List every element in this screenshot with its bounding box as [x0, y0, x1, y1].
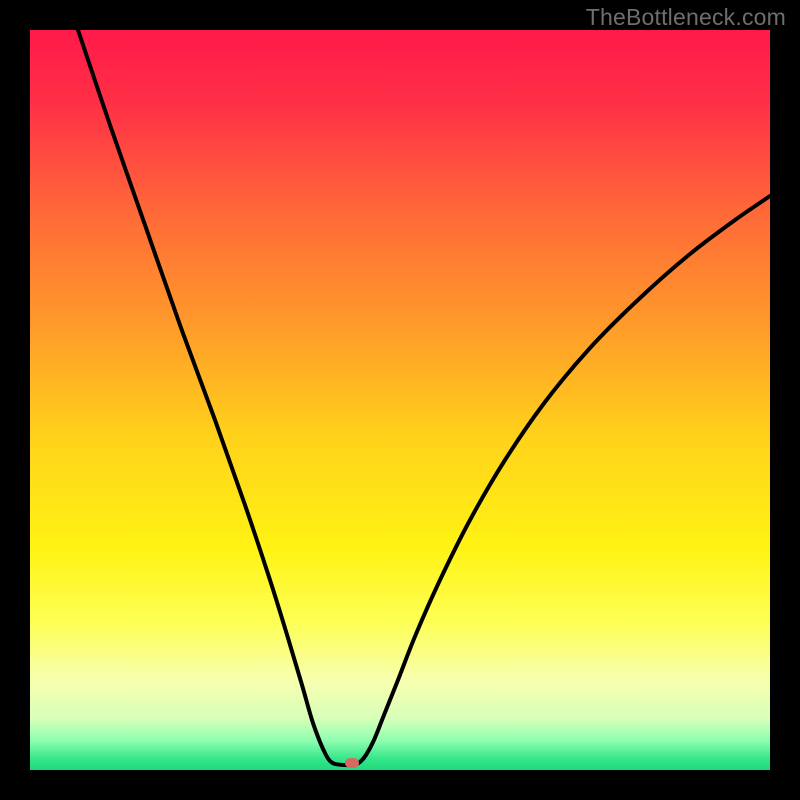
- watermark-text: TheBottleneck.com: [586, 4, 786, 31]
- outer-frame: TheBottleneck.com: [0, 0, 800, 800]
- bottleneck-curve: [78, 30, 770, 765]
- optimal-point-marker: [345, 758, 359, 768]
- plot-area: [30, 30, 770, 770]
- curve-plot: [30, 30, 770, 770]
